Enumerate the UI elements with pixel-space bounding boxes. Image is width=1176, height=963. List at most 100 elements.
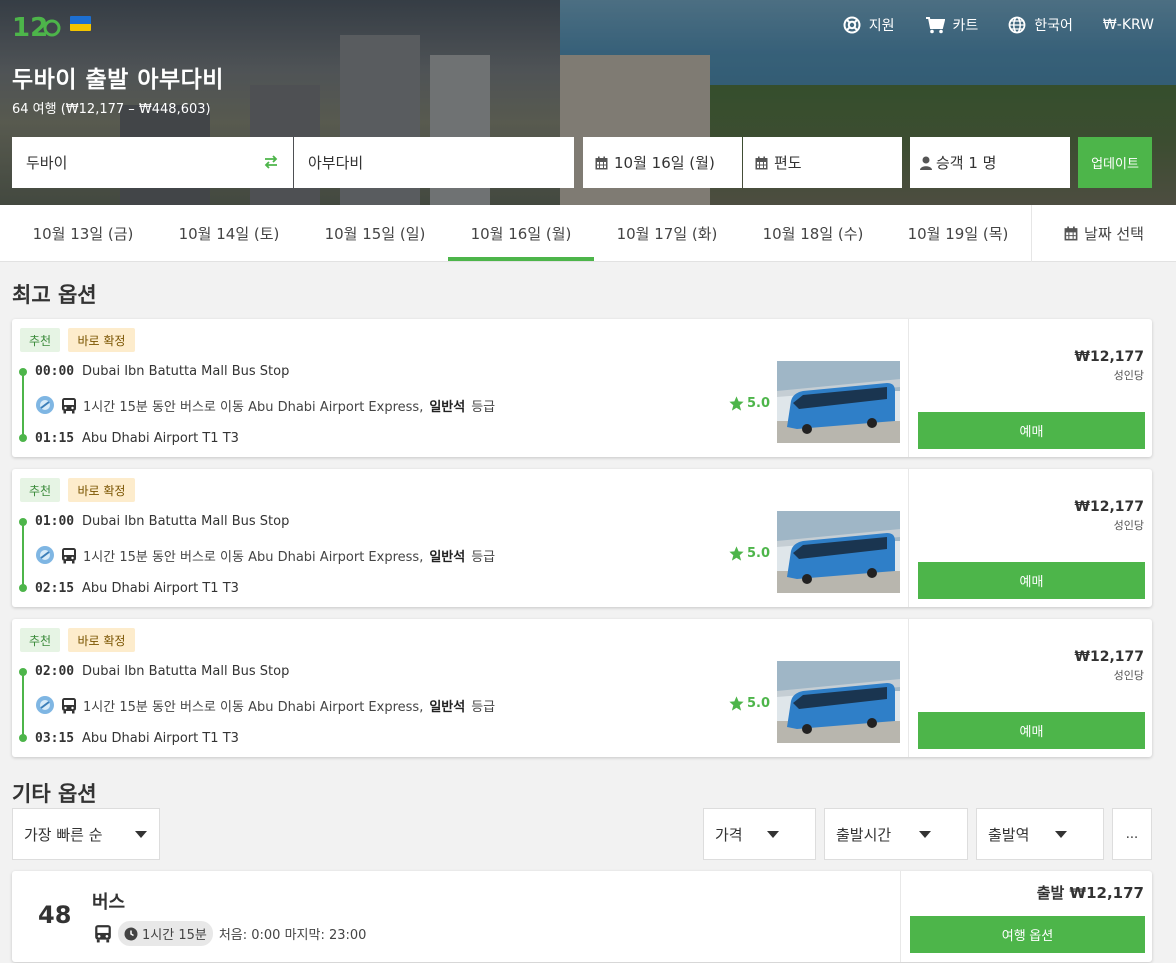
date-tab[interactable]: 10월 13일 (금) <box>10 205 156 262</box>
route-line <box>22 519 24 589</box>
duration-badge: 1시간 15분 <box>118 921 213 946</box>
chevron-down-icon <box>1055 831 1067 838</box>
return-field[interactable]: 편도 <box>743 137 902 188</box>
depart-stop: Dubai Ibn Batutta Mall Bus Stop <box>82 364 290 379</box>
swap-arrows-icon[interactable] <box>263 154 279 170</box>
chevron-down-icon <box>135 831 147 838</box>
departure-station-label: 출발역 <box>988 825 1030 844</box>
price: ₩12,177 <box>1074 349 1144 365</box>
duration-text: 1시간 15분 <box>142 928 207 943</box>
trip-text: 1시간 15분 동안 버스로 이동 Abu Dhabi Airport Expr… <box>83 699 424 715</box>
depart-stop: Dubai Ibn Batutta Mall Bus Stop <box>82 514 290 529</box>
update-button[interactable]: 업데이트 <box>1078 137 1152 188</box>
lifebuoy-icon <box>843 16 861 34</box>
option-price: 출발 ₩12,177 <box>1036 884 1144 902</box>
date-tab[interactable]: 10월 19일 (목) <box>885 205 1031 262</box>
operator-logo-icon <box>36 696 54 714</box>
calendar-icon <box>1064 226 1078 241</box>
option-type: 버스 <box>92 892 126 913</box>
globe-icon <box>1008 16 1026 34</box>
arrive-time: 03:15 <box>35 731 75 746</box>
book-button[interactable]: 예매 <box>918 412 1145 449</box>
trip-card[interactable]: 추천 바로 확정 02:00 Dubai Ibn Batutta Mall Bu… <box>12 619 1152 757</box>
price-per: 성인당 <box>1113 369 1144 382</box>
class-suffix: 등급 <box>471 549 496 565</box>
price-filter[interactable]: 가격 <box>703 808 816 860</box>
depart-time: 02:00 <box>35 664 75 679</box>
date-tab[interactable]: 10월 17일 (화) <box>594 205 740 262</box>
currency-label: ₩-KRW <box>1102 17 1154 33</box>
price-per: 성인당 <box>1113 669 1144 682</box>
schedule-text: 처음: 0:00 마지막: 23:00 <box>218 928 367 943</box>
ukraine-flag-icon <box>70 16 91 31</box>
best-options-title: 최고 옵션 <box>12 283 97 307</box>
svg-text:12: 12 <box>12 13 48 42</box>
date-tab[interactable]: 10월 15일 (일) <box>302 205 448 262</box>
departure-time-label: 출발시간 <box>836 825 892 844</box>
calendar-icon <box>755 156 768 169</box>
sort-label: 가장 빠른 순 <box>24 825 103 844</box>
arrive-time: 02:15 <box>35 581 75 596</box>
badge-recommended: 추천 <box>20 328 60 352</box>
depart-time: 00:00 <box>35 364 75 379</box>
currency-selector[interactable]: ₩-KRW <box>1103 14 1154 36</box>
date-tab[interactable]: 10월 18일 (수) <box>740 205 886 262</box>
departure-station-filter[interactable]: 출발역 <box>976 808 1104 860</box>
price: ₩12,177 <box>1074 499 1144 515</box>
book-button[interactable]: 예매 <box>918 712 1145 749</box>
route-dot <box>19 584 27 592</box>
class-text: 일반석 <box>429 549 466 565</box>
rating-value: 5.0 <box>747 546 771 561</box>
route-dot <box>19 518 27 526</box>
class-text: 일반석 <box>429 699 466 715</box>
bus-photo[interactable] <box>777 361 900 443</box>
sort-select[interactable]: 가장 빠른 순 <box>12 808 160 860</box>
star-icon <box>729 546 744 561</box>
to-field[interactable]: 아부다비 <box>294 137 574 188</box>
bus-photo[interactable] <box>777 661 900 743</box>
book-button[interactable]: 예매 <box>918 562 1145 599</box>
other-options-title: 기타 옵션 <box>12 782 97 806</box>
support-label: 지원 <box>868 18 895 34</box>
date-tab-active[interactable]: 10월 16일 (월) <box>448 205 594 262</box>
date-field[interactable]: 10월 16일 (월) <box>583 137 742 188</box>
rating: 5.0 <box>728 695 770 712</box>
departure-time-filter[interactable]: 출발시간 <box>824 808 968 860</box>
date-pick-button[interactable]: 날짜 선택 <box>1031 205 1176 262</box>
star-icon <box>729 396 744 411</box>
other-option-card[interactable]: 48 버스 1시간 15분 처음: 0:00 마지막: 23:00 출발 ₩12… <box>12 871 1152 962</box>
support-link[interactable]: 지원 <box>843 14 895 36</box>
logo-12go[interactable]: 12 <box>12 8 62 42</box>
more-filters-button[interactable]: ... <box>1112 808 1152 860</box>
date-tab[interactable]: 10월 14일 (토) <box>156 205 302 262</box>
class-suffix: 등급 <box>471 699 496 715</box>
arrive-stop: Abu Dhabi Airport T1 T3 <box>82 581 239 596</box>
route-line <box>22 369 24 439</box>
bus-icon <box>62 697 76 713</box>
operator-logo-icon <box>36 546 54 564</box>
bus-photo[interactable] <box>777 511 900 593</box>
trip-details: 1시간 15분 동안 버스로 이동 Abu Dhabi Airport Expr… <box>35 545 495 565</box>
calendar-icon <box>595 156 608 169</box>
arrive-stop: Abu Dhabi Airport T1 T3 <box>82 431 239 446</box>
trip-card[interactable]: 추천 바로 확정 01:00 Dubai Ibn Batutta Mall Bu… <box>12 469 1152 607</box>
trip-card[interactable]: 추천 바로 확정 00:00 Dubai Ibn Batutta Mall Bu… <box>12 319 1152 457</box>
badge-instant: 바로 확정 <box>68 328 135 352</box>
star-icon <box>729 696 744 711</box>
price-per: 성인당 <box>1113 519 1144 532</box>
rating-value: 5.0 <box>747 396 771 411</box>
from-field[interactable]: 두바이 <box>12 137 293 188</box>
cart-link[interactable]: 카트 <box>925 14 979 36</box>
cart-label: 카트 <box>952 18 979 34</box>
language-label: 한국어 <box>1034 18 1073 34</box>
language-selector[interactable]: 한국어 <box>1008 14 1073 36</box>
bus-icon <box>62 547 76 563</box>
route-dot <box>19 734 27 742</box>
trip-options-button[interactable]: 여행 옵션 <box>910 916 1145 953</box>
route-line <box>22 669 24 739</box>
cart-icon <box>925 17 945 34</box>
passengers-field[interactable]: 승객 1 명 <box>910 137 1070 188</box>
depart-time: 01:00 <box>35 514 75 529</box>
price: ₩12,177 <box>1074 649 1144 665</box>
option-details: 1시간 15분 처음: 0:00 마지막: 23:00 <box>94 921 366 946</box>
